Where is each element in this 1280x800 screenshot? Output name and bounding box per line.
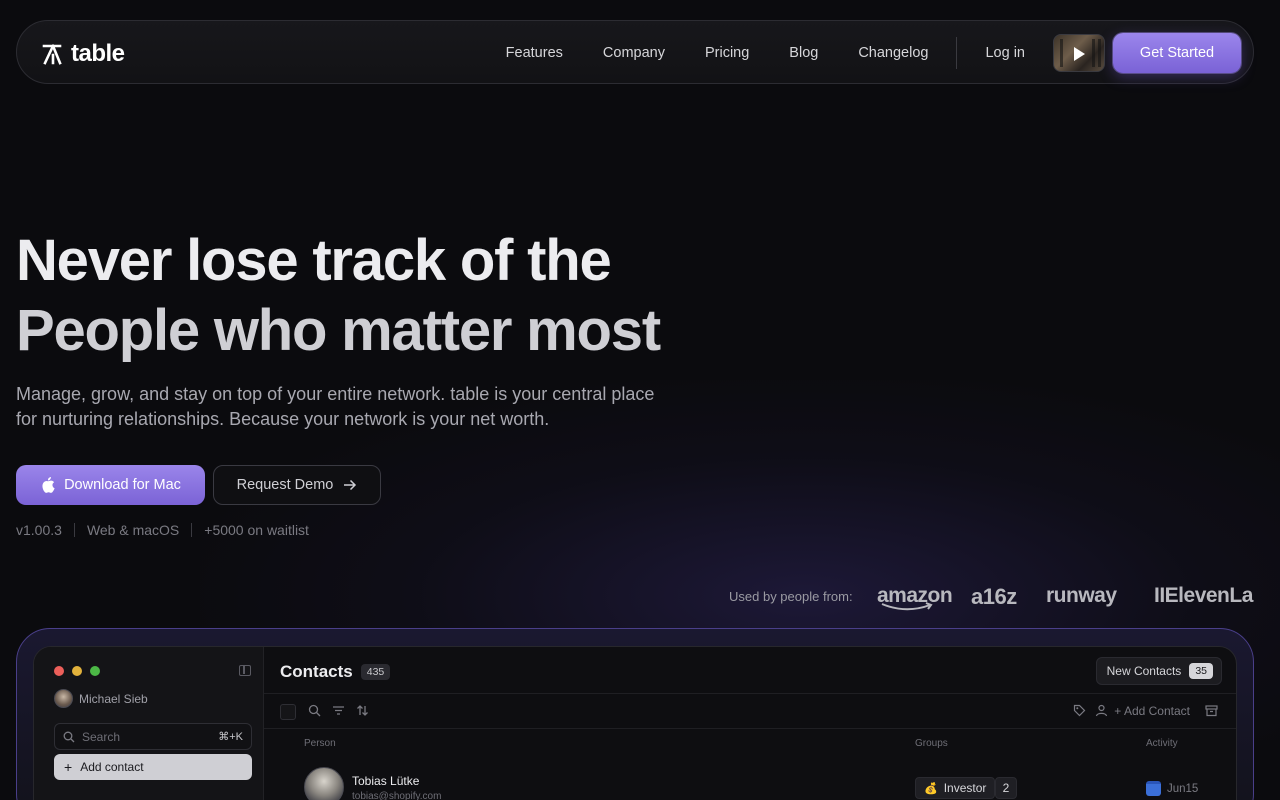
nav-link-blog[interactable]: Blog	[789, 45, 818, 61]
toolbar-add-contact-button[interactable]: + Add Contact	[1114, 704, 1190, 718]
plus-icon: +	[64, 759, 73, 775]
video-thumb-stripe	[1098, 39, 1101, 67]
hero-subtitle-line1: Manage, grow, and stay on top of your en…	[16, 384, 655, 404]
new-contacts-button[interactable]: New Contacts 35	[1095, 657, 1222, 685]
runway-logo: runway	[1046, 584, 1117, 607]
table-logo-icon	[42, 44, 62, 65]
person-icon[interactable]	[1095, 704, 1108, 717]
contacts-toolbar: + Add Contact	[264, 693, 1236, 729]
download-for-mac-button[interactable]: Download for Mac	[16, 465, 205, 505]
apple-icon	[42, 477, 55, 493]
nav-link-features[interactable]: Features	[506, 45, 563, 61]
top-navbar: table Features Company Pricing Blog Chan…	[16, 20, 1254, 84]
hero-subtitle: Manage, grow, and stay on top of your en…	[16, 382, 716, 432]
elevenlabs-logo: IIElevenLabs	[1154, 584, 1254, 607]
person-name: Tobias Lütke	[352, 774, 420, 788]
download-for-mac-label: Download for Mac	[64, 477, 181, 493]
hero-title: Never lose track of the People who matte…	[16, 226, 736, 366]
app-sidebar: Michael Sieb Search ⌘+K + Add contact	[34, 647, 264, 800]
money-bag-icon: 💰	[924, 782, 938, 795]
app-preview-window: Michael Sieb Search ⌘+K + Add contact Co…	[33, 646, 1237, 800]
sidebar-search-input[interactable]: Search ⌘+K	[54, 723, 252, 750]
window-controls	[54, 666, 100, 676]
avatar	[304, 767, 344, 800]
group-tag[interactable]: 💰 Investor	[915, 777, 996, 799]
table-row[interactable]: Tobias Lütke tobias@shopify.com	[304, 767, 441, 800]
select-all-checkbox[interactable]	[280, 704, 296, 720]
waitlist-label: +5000 on waitlist	[204, 522, 309, 538]
new-contacts-label: New Contacts	[1106, 664, 1182, 678]
contacts-count-badge: 435	[360, 664, 391, 680]
column-header-groups[interactable]: Groups	[915, 738, 948, 749]
arrow-right-icon	[344, 479, 357, 491]
get-started-button[interactable]: Get Started	[1113, 33, 1241, 73]
activity-date: Jun15	[1167, 782, 1199, 795]
person-email: tobias@shopify.com	[352, 791, 442, 800]
sidebar-toggle-icon[interactable]	[239, 665, 251, 676]
hero-title-line2: People who matter most	[16, 298, 661, 363]
current-user[interactable]: Michael Sieb	[54, 689, 148, 708]
user-name: Michael Sieb	[79, 691, 148, 706]
request-demo-button[interactable]: Request Demo	[213, 465, 381, 505]
video-preview-button[interactable]	[1053, 34, 1105, 72]
hero-subtitle-line2: for nurturing relationships. Because you…	[16, 409, 550, 429]
video-thumb-stripe	[1092, 39, 1095, 67]
used-by-label: Used by people from:	[729, 589, 853, 604]
login-link[interactable]: Log in	[985, 45, 1025, 61]
minimize-window-icon	[72, 666, 82, 676]
release-meta: v1.00.3 Web & macOS +5000 on waitlist	[16, 522, 309, 538]
filter-icon[interactable]	[332, 704, 345, 717]
amazon-smile-icon	[881, 602, 933, 611]
nav-links: Features Company Pricing Blog Changelog …	[506, 21, 1253, 85]
add-contact-label: Add contact	[80, 760, 144, 774]
archive-icon[interactable]	[1205, 704, 1218, 717]
video-thumb-stripe	[1060, 39, 1063, 67]
hero-title-line1: Never lose track of the	[16, 228, 612, 293]
nav-link-company[interactable]: Company	[603, 45, 665, 61]
new-contacts-count-badge: 35	[1189, 663, 1213, 679]
meta-divider	[73, 523, 75, 537]
column-header-person[interactable]: Person	[304, 738, 336, 749]
person-info: Tobias Lütke tobias@shopify.com	[352, 767, 441, 800]
add-contact-button[interactable]: + Add contact	[54, 754, 252, 780]
page-title: Contacts	[280, 662, 353, 681]
activity-cell: Jun15	[1146, 781, 1198, 796]
search-shortcut: ⌘+K	[218, 731, 243, 743]
search-placeholder: Search	[82, 729, 121, 744]
calendar-icon	[1146, 781, 1161, 796]
maximize-window-icon	[90, 666, 100, 676]
close-window-icon	[54, 666, 64, 676]
meta-divider	[191, 523, 193, 537]
nav-link-pricing[interactable]: Pricing	[705, 45, 749, 61]
nav-link-changelog[interactable]: Changelog	[858, 45, 928, 61]
group-tag-label: Investor	[943, 781, 987, 795]
play-icon	[1074, 47, 1085, 61]
tag-icon[interactable]	[1073, 704, 1086, 717]
search-icon[interactable]	[308, 704, 321, 717]
nav-divider	[956, 37, 958, 69]
sort-icon[interactable]	[356, 704, 369, 717]
version-label: v1.00.3	[16, 522, 62, 538]
group-count-badge: 2	[995, 777, 1017, 799]
avatar	[54, 689, 73, 708]
contacts-header: Contacts 435	[280, 662, 391, 682]
logo[interactable]: table	[41, 40, 125, 68]
logo-text: table	[71, 40, 125, 67]
search-icon	[63, 731, 75, 742]
platforms-label: Web & macOS	[86, 522, 180, 538]
request-demo-label: Request Demo	[236, 477, 334, 493]
column-header-activity[interactable]: Activity	[1146, 738, 1178, 749]
a16z-logo: a16z	[971, 584, 1017, 609]
